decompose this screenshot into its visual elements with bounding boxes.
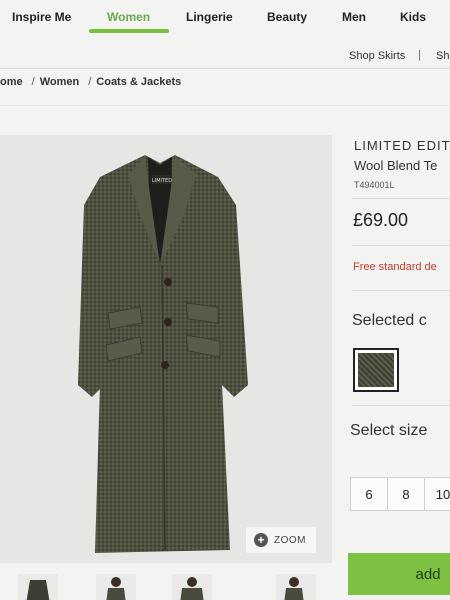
thumbnail-image[interactable] [96, 574, 136, 600]
zoom-button[interactable]: + ZOOM [246, 527, 316, 553]
size-options: 6 8 10 [350, 477, 450, 511]
product-price: £69.00 [353, 210, 409, 230]
zoom-label: ZOOM [274, 534, 306, 546]
thumbnail-image[interactable] [172, 574, 212, 600]
breadcrumb-coats-jackets[interactable]: Coats & Jackets [96, 76, 181, 88]
thumbnail-image[interactable] [276, 574, 316, 600]
nav-item-inspire-me[interactable]: Inspire Me [12, 10, 71, 24]
divider [0, 68, 450, 69]
size-option-8[interactable]: 8 [387, 477, 425, 511]
breadcrumb-separator: / [31, 76, 35, 88]
product-image[interactable]: LIMITED [0, 135, 332, 563]
nav-item-lingerie[interactable]: Lingerie [186, 10, 233, 24]
nav-item-men[interactable]: Men [342, 10, 366, 24]
coat-illustration: LIMITED [78, 155, 248, 553]
size-option-6[interactable]: 6 [350, 477, 388, 511]
nav-item-women[interactable]: Women [107, 10, 150, 24]
add-to-bag-button[interactable]: add [348, 553, 450, 595]
nav-item-kids[interactable]: Kids [400, 10, 426, 24]
plus-icon: + [254, 533, 268, 547]
product-subtitle: Wool Blend Te [354, 158, 438, 173]
product-code: T494001L [354, 180, 395, 190]
nav-active-underline [89, 29, 169, 33]
size-option-10[interactable]: 10 [424, 477, 450, 511]
selected-colour-label: Selected c [352, 312, 427, 329]
subnav-separator: | [418, 49, 421, 61]
breadcrumb-women[interactable]: Women [40, 76, 80, 88]
page: Inspire Me Women Lingerie Beauty Men Kid… [0, 0, 450, 600]
swatch-fill [358, 353, 394, 387]
breadcrumb-home[interactable]: ome [0, 76, 23, 88]
svg-text:LIMITED: LIMITED [152, 178, 172, 184]
breadcrumb: ome / Women / Coats & Jackets [0, 76, 185, 88]
colour-swatch[interactable] [353, 348, 399, 392]
product-title: LIMITED EDIT [354, 138, 450, 153]
top-navigation: Inspire Me Women Lingerie Beauty Men Kid… [0, 0, 450, 40]
thumbnail-image[interactable] [18, 574, 58, 600]
subnav-link-truncated[interactable]: Sh [436, 50, 449, 62]
delivery-info: Free standard de [353, 261, 437, 273]
divider [352, 245, 450, 246]
subnav-link-shop-skirts[interactable]: Shop Skirts [349, 50, 405, 62]
nav-item-beauty[interactable]: Beauty [267, 10, 307, 24]
thumbnail-strip [0, 570, 340, 600]
divider [352, 405, 450, 406]
divider [0, 105, 450, 106]
divider [352, 198, 450, 199]
select-size-label: Select size [350, 422, 428, 439]
breadcrumb-separator: / [88, 76, 92, 88]
divider [352, 290, 450, 291]
